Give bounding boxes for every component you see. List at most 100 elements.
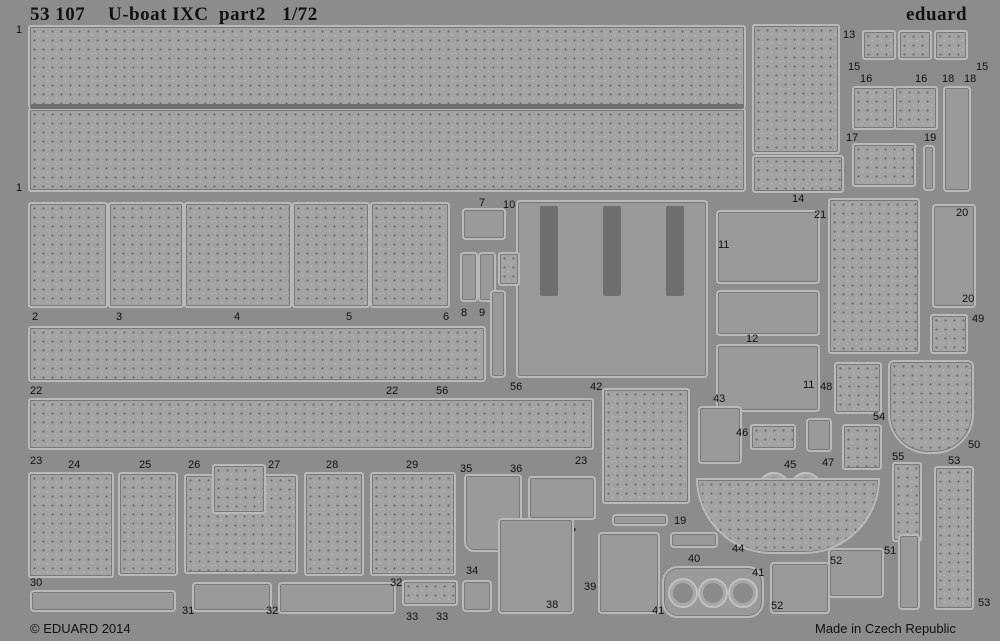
part-41-gear-b xyxy=(698,578,728,608)
label-51: 51 xyxy=(884,545,897,557)
label-32b: 32 xyxy=(390,577,403,589)
part-29-plate xyxy=(370,472,456,576)
part-21-plate xyxy=(828,198,920,354)
part-38 xyxy=(498,518,574,614)
part-31 xyxy=(192,582,272,612)
label-27: 27 xyxy=(268,459,281,471)
label-16b: 16 xyxy=(915,73,928,85)
label-1a: 1 xyxy=(16,24,23,36)
part-14-plate xyxy=(752,155,844,193)
part-54 xyxy=(842,424,882,470)
label-18a: 18 xyxy=(942,73,955,85)
part-4-plate xyxy=(184,202,292,308)
label-50: 50 xyxy=(968,439,981,451)
part-24-plate xyxy=(28,472,114,578)
label-32a: 32 xyxy=(266,605,279,617)
copyright-text: © EDUARD 2014 xyxy=(30,621,131,636)
part-17-plate xyxy=(852,143,916,187)
part-50-shield xyxy=(888,360,974,454)
label-24: 24 xyxy=(68,459,81,471)
part-label: part2 xyxy=(219,4,266,25)
part-15-b xyxy=(898,30,932,60)
label-2: 2 xyxy=(32,311,39,323)
label-22b: 22 xyxy=(386,385,399,397)
kit-title: U-boat IXC xyxy=(108,4,209,25)
part-16-b xyxy=(894,86,938,130)
label-15a: 15 xyxy=(848,61,861,73)
label-52b: 52 xyxy=(771,600,784,612)
part-3-plate xyxy=(108,202,184,308)
part-41-gear-a xyxy=(668,578,698,608)
part-30-grating xyxy=(30,590,176,612)
label-41b: 41 xyxy=(652,605,665,617)
part-34 xyxy=(462,580,492,612)
part-19-strip xyxy=(923,145,935,191)
part-41-gear-c xyxy=(728,578,758,608)
part-1-deck-upper xyxy=(28,25,746,109)
label-46: 46 xyxy=(736,427,749,439)
label-40: 40 xyxy=(688,553,701,565)
part-15-c xyxy=(934,30,968,60)
part-39 xyxy=(598,532,660,614)
part-23-strip xyxy=(28,398,594,450)
label-34: 34 xyxy=(466,565,479,577)
part-18-rails xyxy=(943,86,971,192)
part-16-a xyxy=(852,86,896,130)
label-18b: 18 xyxy=(964,73,977,85)
label-42: 42 xyxy=(590,381,603,393)
label-8: 8 xyxy=(461,307,468,319)
label-21: 21 xyxy=(814,209,827,221)
part-10-grille xyxy=(498,252,520,286)
part-42-plate xyxy=(602,388,690,504)
frame-slot-b xyxy=(603,206,621,296)
part-40 xyxy=(670,532,718,548)
brand-logo: eduard xyxy=(906,4,968,25)
label-20a: 20 xyxy=(956,207,969,219)
part-33 xyxy=(402,580,458,606)
label-23b: 23 xyxy=(575,455,588,467)
part-28-plate xyxy=(304,472,364,576)
label-5: 5 xyxy=(346,311,353,323)
label-28: 28 xyxy=(326,459,339,471)
part-2-plate xyxy=(28,202,108,308)
label-49: 49 xyxy=(972,313,985,325)
label-44: 44 xyxy=(732,543,745,555)
part-22-strip xyxy=(28,326,486,382)
part-15-a xyxy=(862,30,896,60)
label-16a: 16 xyxy=(860,73,873,85)
label-25: 25 xyxy=(139,459,152,471)
label-52a: 52 xyxy=(830,555,843,567)
label-6: 6 xyxy=(443,311,450,323)
label-15b: 15 xyxy=(976,61,989,73)
part-51 xyxy=(898,534,920,610)
part-49 xyxy=(930,314,968,354)
part-56-strip xyxy=(490,290,506,378)
deck-center-line xyxy=(30,104,744,109)
label-47: 47 xyxy=(822,457,835,469)
part-6-plate xyxy=(370,202,450,308)
label-26: 26 xyxy=(188,459,201,471)
label-56: 56 xyxy=(510,381,523,393)
part-1-deck-lower xyxy=(28,108,746,192)
label-41a: 41 xyxy=(752,567,765,579)
origin-text: Made in Czech Republic xyxy=(815,621,956,636)
label-39: 39 xyxy=(584,581,597,593)
label-11a: 11 xyxy=(718,239,730,251)
label-22a: 22 xyxy=(30,385,43,397)
part-37 xyxy=(528,476,596,520)
part-13-plate xyxy=(752,24,840,154)
label-14: 14 xyxy=(792,193,805,205)
label-54: 54 xyxy=(873,411,886,423)
label-1b: 1 xyxy=(16,182,23,194)
part-46 xyxy=(750,424,796,450)
part-11-mid xyxy=(716,290,820,336)
label-33a: 33 xyxy=(406,611,419,623)
label-19a: 19 xyxy=(924,132,937,144)
label-45: 45 xyxy=(784,459,797,471)
label-19b: 19 xyxy=(674,515,687,527)
part-53-strip xyxy=(934,466,974,610)
label-4: 4 xyxy=(234,311,241,323)
part-7 xyxy=(462,208,506,240)
part-48 xyxy=(834,362,882,414)
label-48: 48 xyxy=(820,381,833,393)
